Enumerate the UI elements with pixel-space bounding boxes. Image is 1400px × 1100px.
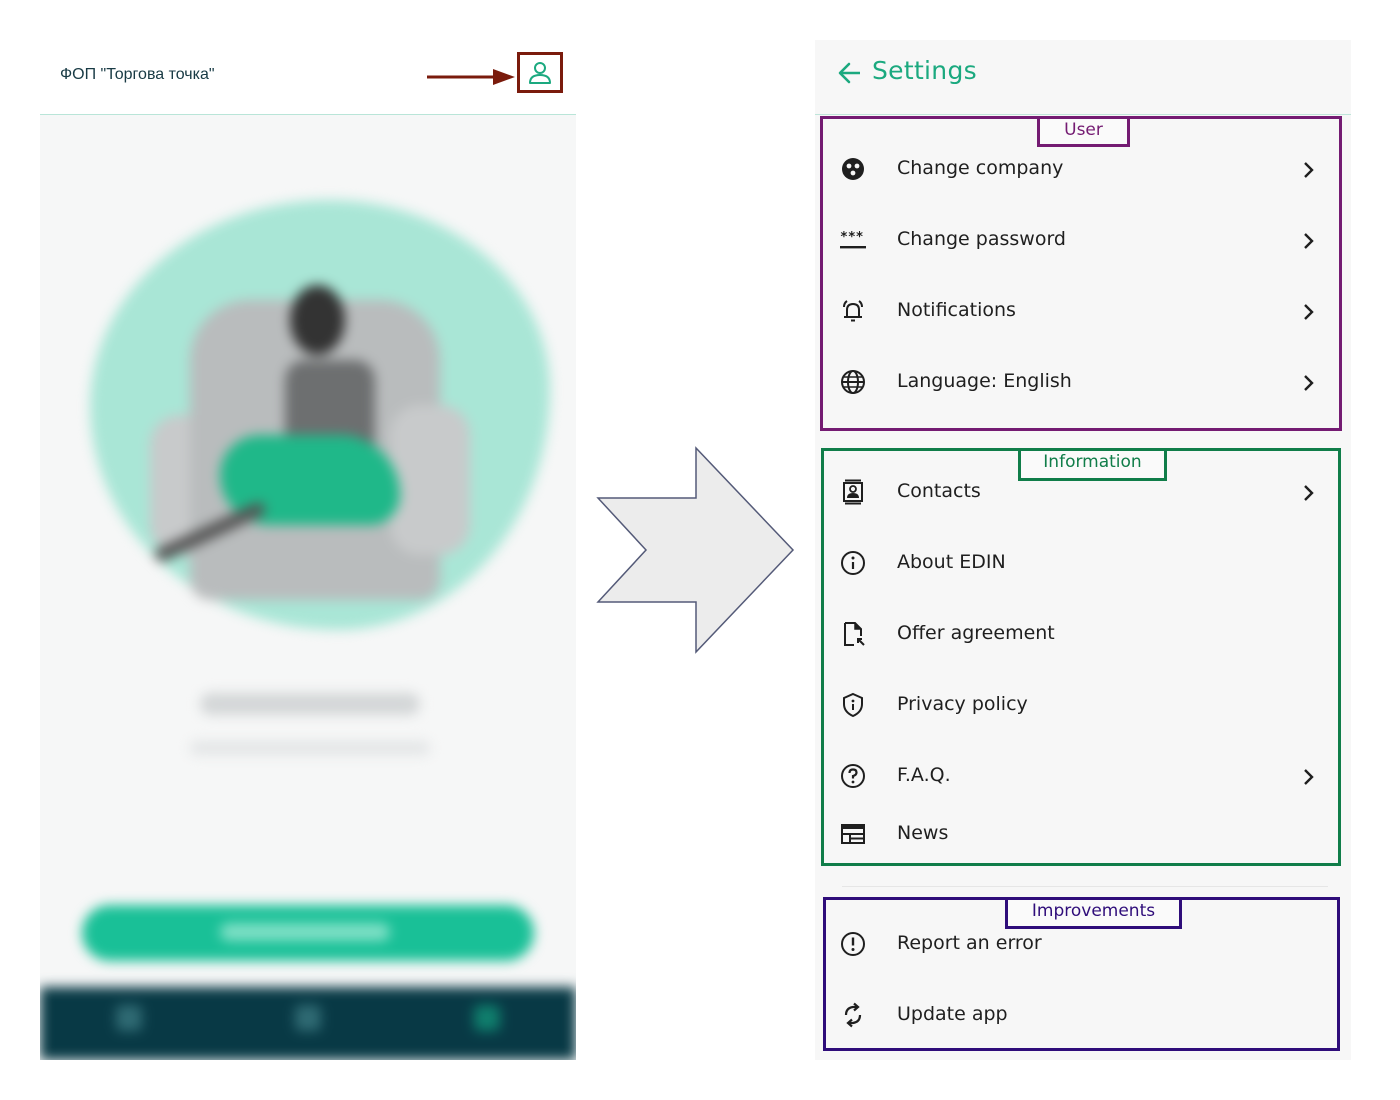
profile-button[interactable] [517, 52, 563, 93]
pointer-arrow-icon [427, 69, 515, 85]
settings-header: Settings [815, 40, 1351, 115]
blurred-content [40, 115, 576, 1060]
arrow-left-icon[interactable] [837, 60, 863, 86]
nav-profile-icon[interactable] [295, 1005, 321, 1031]
bottom-navigation [40, 987, 576, 1060]
section-divider [842, 886, 1328, 887]
go-shopping-label [220, 923, 390, 941]
empty-cart-screen [40, 115, 576, 1060]
empty-cart-subtitle [190, 741, 430, 755]
transition-arrow-icon [596, 446, 795, 654]
user-profile-icon [529, 61, 551, 84]
improvements-group-tag: Improvements [1005, 897, 1182, 929]
nav-cart-icon[interactable] [474, 1005, 500, 1031]
user-group-tag: User [1037, 116, 1130, 147]
nav-orders-icon[interactable] [116, 1005, 142, 1031]
information-group-box [821, 448, 1341, 866]
page-title: Settings [872, 56, 977, 85]
information-group-tag: Information [1018, 448, 1167, 481]
illustration-head [290, 285, 345, 355]
company-name: ФОП "Торгова точка" [60, 66, 215, 83]
user-group-box [820, 116, 1342, 431]
illustration-chair-arm [390, 405, 470, 555]
empty-cart-title [200, 693, 420, 715]
